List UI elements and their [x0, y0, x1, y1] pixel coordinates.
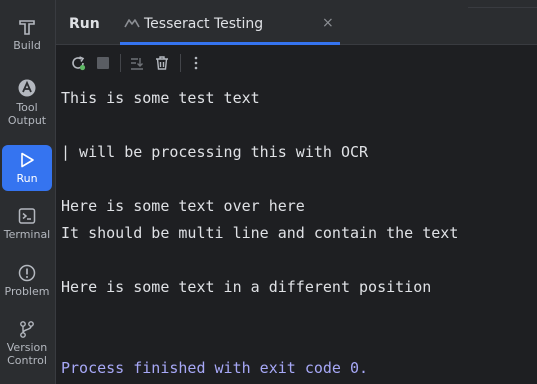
run-icon — [21, 152, 34, 168]
hammer-icon — [19, 20, 35, 35]
tool-window-strip: Build Tool Output Run Terminal Problem V… — [0, 0, 55, 384]
problem-icon — [18, 264, 36, 282]
toolstrip-item-problem[interactable]: Problem — [2, 264, 52, 308]
console-line: This is some test text — [61, 89, 260, 107]
tab-tesseract-testing[interactable]: Tesseract Testing × — [120, 0, 340, 45]
version-control-icon — [20, 321, 34, 338]
tool-output-icon — [18, 79, 36, 97]
console-line: Here is some text in a different positio… — [61, 278, 432, 296]
toolstrip-item-terminal[interactable]: Terminal — [2, 207, 52, 251]
toolstrip-label-problem: Problem — [4, 285, 50, 298]
toolstrip-item-version-control[interactable]: Version Control — [2, 320, 52, 374]
console-output[interactable]: This is some test text | will be process… — [61, 85, 536, 380]
stop-icon — [97, 57, 109, 69]
toolstrip-label-tool-output: Tool Output — [7, 101, 47, 127]
more-options-button[interactable] — [187, 54, 205, 72]
rerun-button[interactable] — [69, 54, 87, 72]
toolstrip-label-version-control: Version Control — [6, 341, 48, 367]
process-exit-message: Process finished with exit code 0. — [61, 359, 369, 377]
tab-bar: Run Tesseract Testing × — [56, 0, 537, 45]
toolstrip-label-run: Run — [16, 172, 38, 185]
run-panel: Run Tesseract Testing × This is some tes… — [55, 0, 537, 384]
rerun-icon — [72, 56, 86, 71]
console-line: | will be processing this with OCR — [61, 143, 369, 161]
scroll-to-end-icon — [131, 58, 143, 70]
divider — [468, 7, 537, 8]
toolstrip-label-build: Build — [13, 39, 41, 52]
clear-all-button[interactable] — [153, 54, 171, 72]
toolbar-separator — [120, 54, 121, 72]
stop-button[interactable] — [94, 54, 112, 72]
run-panel-title: Run — [69, 16, 100, 32]
console-line: It should be multi line and contain the … — [61, 224, 459, 242]
trash-icon — [156, 56, 168, 70]
run-toolbar — [56, 45, 537, 81]
tab-label: Tesseract Testing — [144, 16, 264, 32]
tab-close-icon[interactable]: × — [322, 15, 334, 31]
terminal-icon — [18, 208, 36, 224]
run-config-icon — [124, 19, 140, 28]
toolbar-separator — [180, 54, 181, 72]
toolstrip-label-terminal: Terminal — [3, 228, 51, 241]
toolstrip-item-run[interactable]: Run — [2, 145, 52, 191]
more-vertical-icon — [194, 56, 198, 70]
console-line: Here is some text over here — [61, 197, 305, 215]
scroll-to-end-button[interactable] — [128, 54, 146, 72]
toolstrip-item-build[interactable]: Build — [2, 18, 52, 62]
toolstrip-item-tool-output[interactable]: Tool Output — [2, 78, 52, 132]
